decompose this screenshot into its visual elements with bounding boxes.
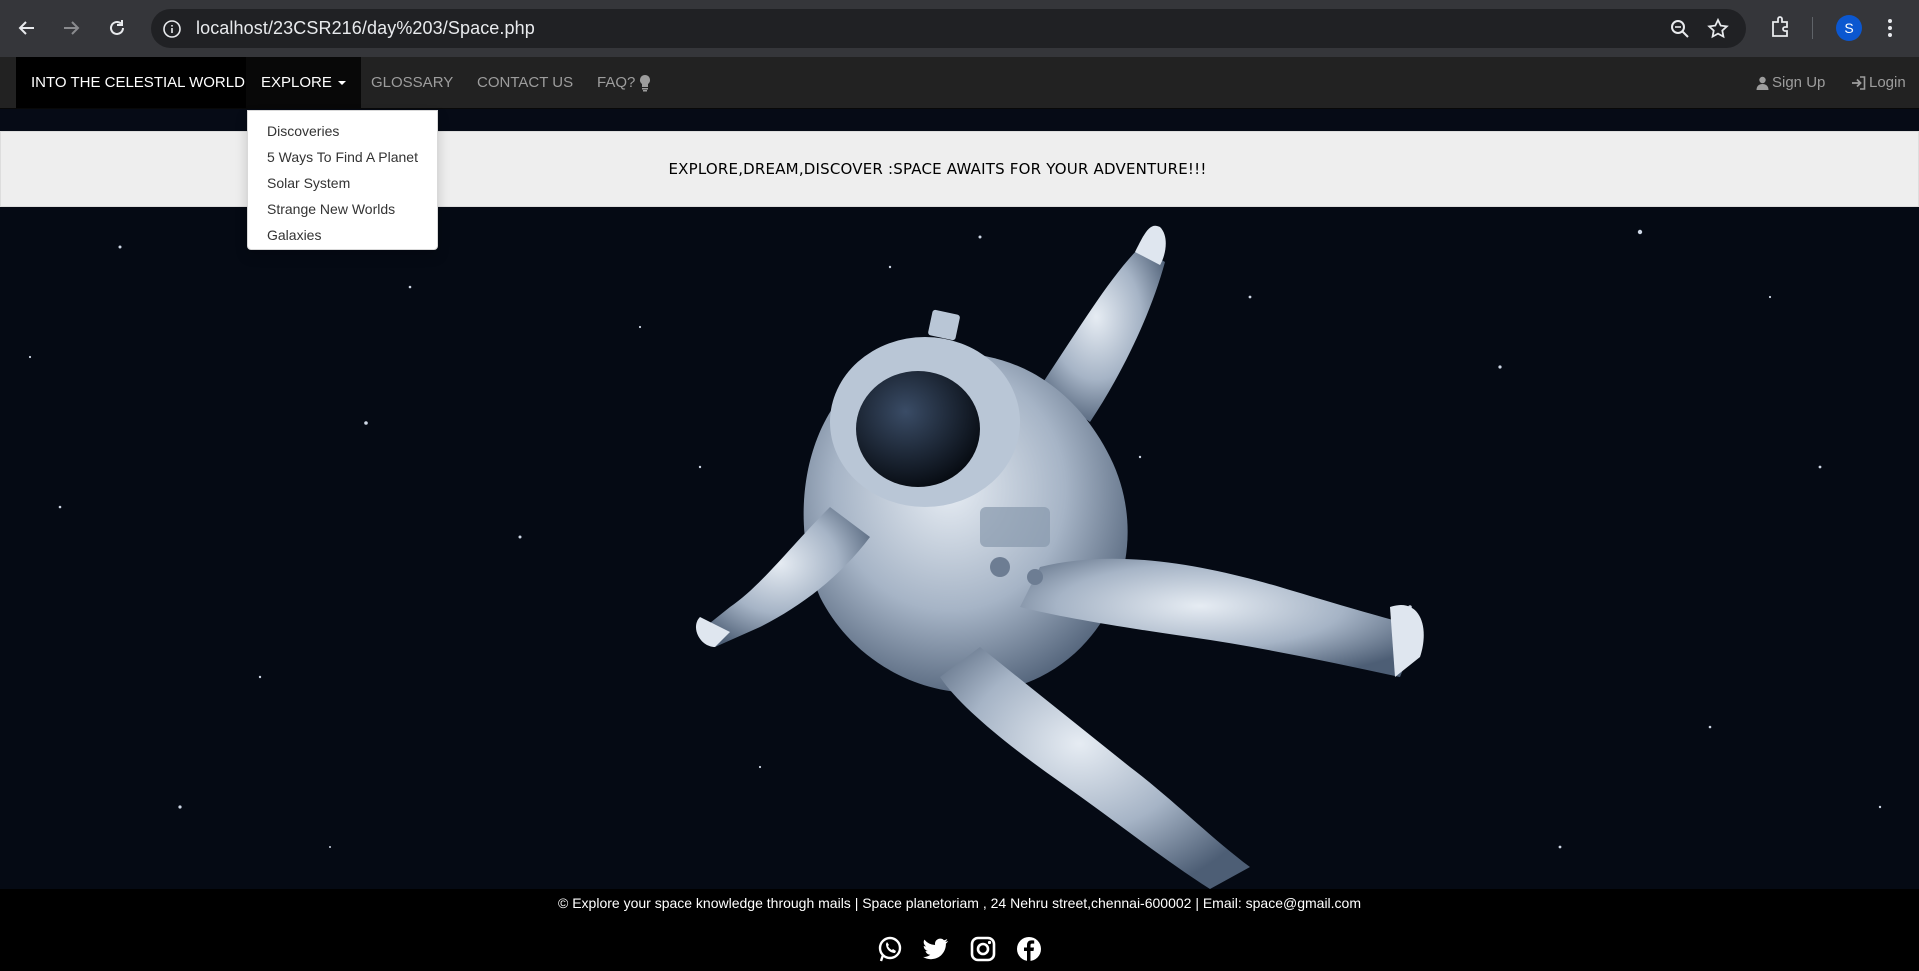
dropdown-item-galaxies[interactable]: Galaxies xyxy=(248,222,437,248)
forward-arrow-icon[interactable] xyxy=(56,13,86,43)
brand-link[interactable]: INTO THE CELESTIAL WORLD xyxy=(16,57,260,108)
dropdown-item-solar-system[interactable]: Solar System xyxy=(248,170,437,196)
nav-glossary[interactable]: GLOSSARY xyxy=(356,57,468,108)
explore-dropdown-menu: Discoveries 5 Ways To Find A Planet Sola… xyxy=(247,110,438,250)
profile-avatar[interactable]: S xyxy=(1836,15,1862,41)
instagram-icon[interactable] xyxy=(969,935,997,963)
login-icon xyxy=(1851,75,1866,90)
nav-login[interactable]: Login xyxy=(1837,57,1906,108)
nav-explore[interactable]: EXPLORE xyxy=(246,57,361,108)
login-label: Login xyxy=(1869,74,1906,91)
url-text[interactable]: localhost/23CSR216/day%203/Space.php xyxy=(196,18,535,39)
footer-text: © Explore your space knowledge through m… xyxy=(558,895,1361,911)
browser-toolbar: localhost/23CSR216/day%203/Space.php S xyxy=(0,0,1919,57)
back-arrow-icon[interactable] xyxy=(12,13,42,43)
signup-label: Sign Up xyxy=(1772,74,1826,91)
dropdown-item-discoveries[interactable]: Discoveries xyxy=(248,118,437,144)
bookmark-star-icon[interactable] xyxy=(1706,17,1730,41)
toolbar-divider xyxy=(1812,17,1813,39)
whatsapp-icon[interactable] xyxy=(876,935,904,963)
hero-space-image xyxy=(0,207,1919,889)
dropdown-item-find-planet[interactable]: 5 Ways To Find A Planet xyxy=(248,144,437,170)
nav-explore-label: EXPLORE xyxy=(261,74,332,91)
nav-contact[interactable]: CONTACT US xyxy=(462,57,588,108)
reload-icon[interactable] xyxy=(102,13,132,43)
facebook-icon[interactable] xyxy=(1015,935,1043,963)
site-footer: © Explore your space knowledge through m… xyxy=(0,889,1919,971)
extensions-icon[interactable] xyxy=(1768,14,1794,40)
address-bar[interactable]: localhost/23CSR216/day%203/Space.php xyxy=(151,9,1746,48)
site-info-icon[interactable] xyxy=(161,18,183,40)
nav-signup[interactable]: Sign Up xyxy=(1741,57,1833,108)
more-menu-icon[interactable] xyxy=(1880,14,1900,42)
nav-faq-label: FAQ? xyxy=(597,74,636,91)
nav-faq[interactable]: FAQ? xyxy=(582,57,666,108)
twitter-icon[interactable] xyxy=(922,935,950,963)
tagline-text: EXPLORE,DREAM,DISCOVER :SPACE AWAITS FOR… xyxy=(668,160,1207,178)
site-navbar: INTO THE CELESTIAL WORLD EXPLORE GLOSSAR… xyxy=(0,57,1919,109)
lightbulb-icon xyxy=(639,74,651,92)
dropdown-item-strange-worlds[interactable]: Strange New Worlds xyxy=(248,196,437,222)
astronaut-illustration xyxy=(0,207,1919,889)
user-icon xyxy=(1756,76,1769,90)
zoom-icon[interactable] xyxy=(1668,17,1692,41)
caret-down-icon xyxy=(337,80,346,85)
